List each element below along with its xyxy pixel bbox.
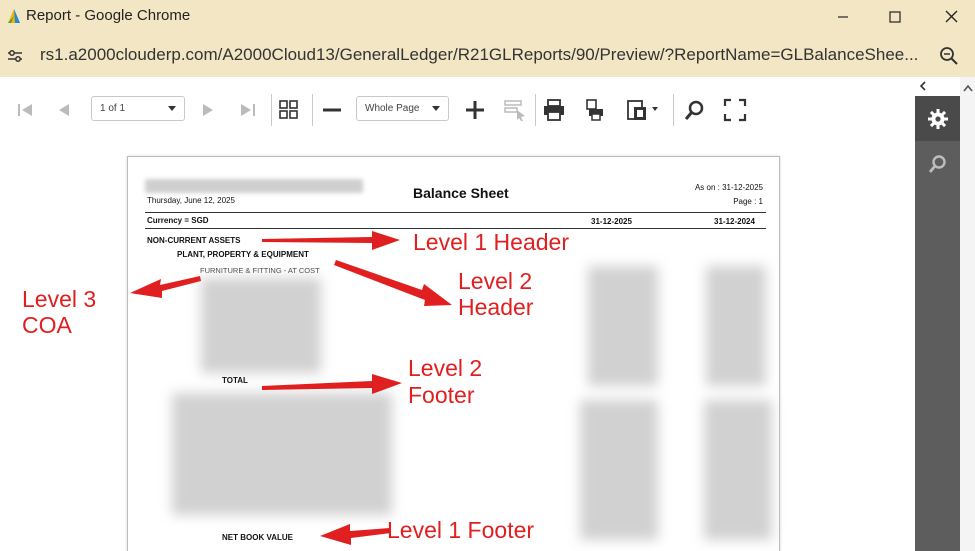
plus-icon bbox=[466, 101, 484, 119]
minus-icon bbox=[323, 108, 341, 112]
zoom-in-button[interactable] bbox=[463, 98, 487, 122]
report-currency: Currency = SGD bbox=[147, 216, 209, 225]
zoom-select[interactable]: Whole Page bbox=[356, 96, 449, 121]
report-viewer-toolbar: 1 of 1 Whole Page bbox=[0, 77, 915, 142]
redacted-totals-previous bbox=[704, 400, 772, 540]
minimize-icon bbox=[838, 15, 848, 18]
first-page-button[interactable] bbox=[13, 98, 37, 122]
header-divider bbox=[145, 212, 766, 213]
close-icon bbox=[945, 10, 957, 23]
export-button[interactable] bbox=[624, 98, 662, 122]
first-page-icon bbox=[18, 104, 32, 116]
search-icon bbox=[684, 100, 704, 120]
report-page: Thursday, June 12, 2025 Balance Sheet As… bbox=[127, 156, 780, 551]
maximize-icon bbox=[889, 10, 901, 23]
previous-page-icon bbox=[59, 104, 69, 116]
close-button[interactable] bbox=[928, 0, 974, 33]
gear-icon bbox=[927, 108, 948, 129]
edit-fields-icon bbox=[504, 100, 525, 121]
redacted-coa-lines bbox=[201, 278, 321, 373]
zoom-out-button[interactable] bbox=[320, 98, 344, 122]
next-page-icon bbox=[203, 104, 213, 116]
export-icon bbox=[627, 100, 658, 120]
annotation-level2-footer-line1: Level 2 bbox=[408, 355, 483, 381]
fullscreen-icon bbox=[723, 98, 747, 122]
chevron-down-icon bbox=[168, 106, 176, 111]
report-as-on: As on : 31-12-2025 bbox=[694, 183, 763, 192]
printer-icon bbox=[544, 99, 564, 121]
level1-footer-row: NET BOOK VALUE bbox=[222, 533, 293, 542]
level3-coa-row: FURNITURE & FITTING - AT COST bbox=[200, 266, 320, 275]
toolbar-divider bbox=[673, 94, 674, 126]
multi-page-icon bbox=[279, 100, 298, 119]
previous-page-button[interactable] bbox=[52, 98, 76, 122]
chevron-left-icon[interactable] bbox=[917, 80, 929, 92]
sidebar-settings-button[interactable] bbox=[915, 96, 960, 141]
fullscreen-button[interactable] bbox=[723, 98, 747, 122]
page-select-value: 1 of 1 bbox=[100, 103, 126, 114]
redacted-detail-lines bbox=[172, 393, 392, 515]
page-select[interactable]: 1 of 1 bbox=[91, 96, 185, 121]
minimize-button[interactable] bbox=[820, 0, 866, 33]
column-header-previous: 31-12-2024 bbox=[714, 217, 755, 226]
maximize-button[interactable] bbox=[872, 0, 918, 33]
last-page-button[interactable] bbox=[236, 98, 260, 122]
next-page-button[interactable] bbox=[196, 98, 220, 122]
annotation-level1-header: Level 1 Header bbox=[413, 229, 569, 255]
find-button[interactable] bbox=[683, 98, 707, 122]
address-bar: rs1.a2000clouderp.com/A2000Cloud13/Gener… bbox=[0, 33, 975, 77]
annotation-level1-footer: Level 1 Footer bbox=[387, 517, 535, 543]
toolbar-divider bbox=[535, 94, 536, 126]
zoom-select-value: Whole Page bbox=[365, 103, 420, 114]
multi-page-button[interactable] bbox=[277, 98, 301, 122]
print-page-icon bbox=[586, 99, 603, 121]
right-sidebar bbox=[915, 96, 960, 551]
report-date: Thursday, June 12, 2025 bbox=[147, 196, 235, 205]
url-text[interactable]: rs1.a2000clouderp.com/A2000Cloud13/Gener… bbox=[40, 45, 920, 65]
search-icon bbox=[928, 154, 946, 173]
company-name-redacted bbox=[145, 179, 363, 193]
annotation-level2-header-line1: Level 2 bbox=[458, 268, 533, 294]
chevron-down-icon bbox=[432, 106, 440, 111]
redacted-amounts-current bbox=[588, 266, 658, 386]
redacted-amounts-previous bbox=[706, 266, 766, 386]
editing-fields-button[interactable] bbox=[503, 98, 527, 122]
level2-footer-row: TOTAL bbox=[222, 376, 248, 385]
scroll-up-icon[interactable] bbox=[963, 84, 973, 92]
last-page-icon bbox=[241, 104, 255, 116]
column-header-current: 31-12-2025 bbox=[591, 217, 632, 226]
report-title: Balance Sheet bbox=[413, 185, 509, 201]
page-scrollbar[interactable] bbox=[960, 77, 975, 551]
annotation-level3-coa-line1: Level 3 bbox=[22, 286, 97, 312]
print-page-button[interactable] bbox=[583, 98, 607, 122]
window-title-bar: Report - Google Chrome bbox=[0, 0, 975, 33]
annotation-level3-coa-line2: COA bbox=[22, 312, 72, 338]
level1-header-row: NON-CURRENT ASSETS bbox=[147, 236, 241, 245]
report-page-number: Page : 1 bbox=[733, 197, 763, 206]
annotation-level2-header-line2: Header bbox=[458, 294, 534, 320]
redacted-totals-current bbox=[580, 400, 658, 540]
print-button[interactable] bbox=[542, 98, 566, 122]
window-title: Report - Google Chrome bbox=[26, 7, 191, 24]
sidebar-search-button[interactable] bbox=[915, 141, 960, 186]
toolbar-divider bbox=[312, 94, 313, 126]
annotation-level2-footer-line2: Footer bbox=[408, 382, 475, 408]
report-app-icon bbox=[8, 9, 20, 23]
level2-header-row: PLANT, PROPERTY & EQUIPMENT bbox=[177, 250, 309, 259]
zoom-icon[interactable] bbox=[938, 45, 960, 67]
toolbar-divider bbox=[271, 94, 272, 126]
site-info-icon[interactable] bbox=[5, 46, 25, 66]
